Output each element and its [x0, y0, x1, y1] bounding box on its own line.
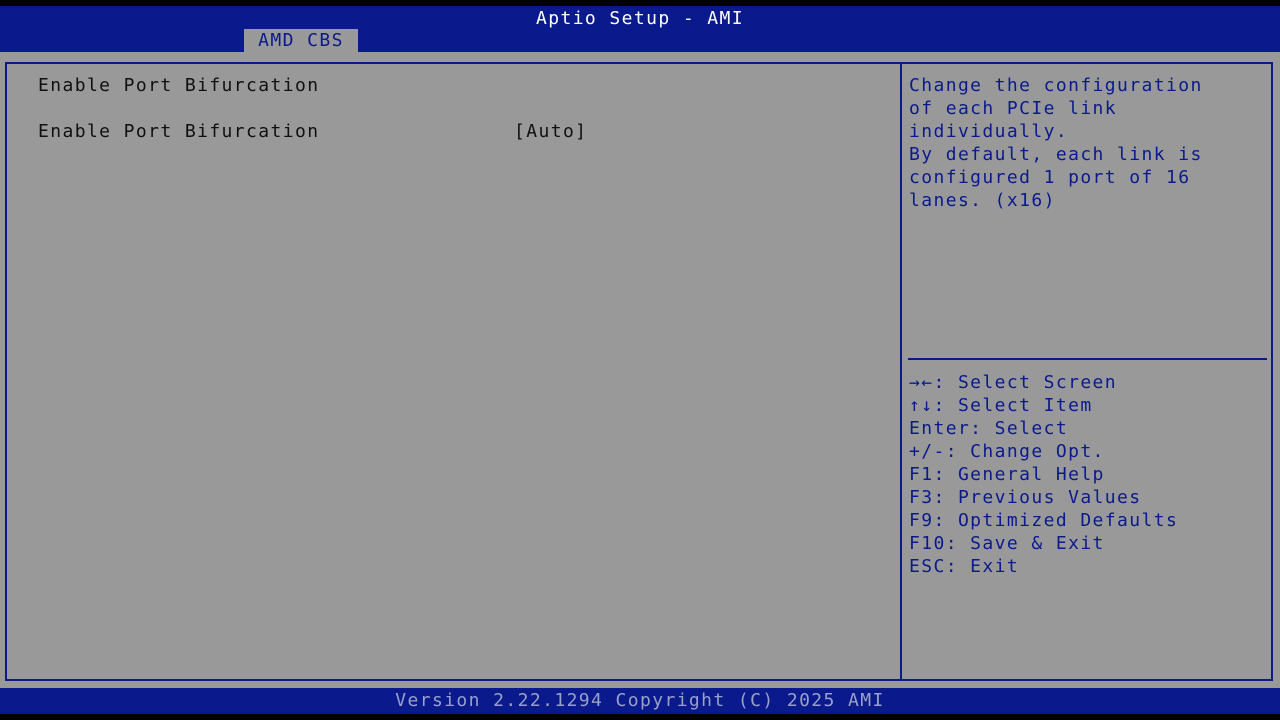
key-select-item: ↑↓: Select Item: [909, 395, 1093, 416]
app-title: Aptio Setup - AMI: [535, 8, 745, 29]
version-copyright: Version 2.22.1294 Copyright (C) 2025 AMI: [395, 690, 885, 711]
key-save-exit: F10: Save & Exit: [909, 533, 1105, 554]
key-optimized-defaults: F9: Optimized Defaults: [909, 510, 1179, 531]
key-select-screen: →←: Select Screen: [909, 372, 1118, 393]
help-line: By default, each link is: [909, 144, 1203, 165]
help-line: of each PCIe link: [909, 98, 1118, 119]
key-general-help: F1: General Help: [909, 464, 1105, 485]
help-divider-horizontal: [908, 358, 1267, 360]
option-enable-port-bifurcation-label[interactable]: Enable Port Bifurcation: [38, 120, 319, 143]
tab-amd-cbs[interactable]: AMD CBS: [244, 29, 358, 52]
help-text: Change the configuration of each PCIe li…: [909, 74, 1269, 212]
key-esc-exit: ESC: Exit: [909, 556, 1020, 577]
help-line: individually.: [909, 121, 1069, 142]
option-enable-port-bifurcation-value[interactable]: [Auto]: [514, 120, 587, 143]
bottom-border: [0, 714, 1280, 720]
page-title: Enable Port Bifurcation: [38, 75, 320, 96]
key-previous-values: F3: Previous Values: [909, 487, 1142, 508]
key-change-opt: +/-: Change Opt.: [909, 441, 1105, 462]
main-panel: Enable Port Bifurcation Enable Port Bifu…: [0, 52, 1280, 688]
footer-bar: Version 2.22.1294 Copyright (C) 2025 AMI: [0, 688, 1280, 714]
key-enter-select: Enter: Select: [909, 418, 1069, 439]
help-divider-vertical: [900, 62, 902, 681]
header-bar: Aptio Setup - AMI AMD CBS: [0, 6, 1280, 52]
help-line: lanes. (x16): [909, 190, 1056, 211]
help-line: Change the configuration: [909, 75, 1203, 96]
key-legend: →←: Select Screen ↑↓: Select Item Enter:…: [909, 371, 1269, 578]
help-line: configured 1 port of 16: [909, 167, 1191, 188]
